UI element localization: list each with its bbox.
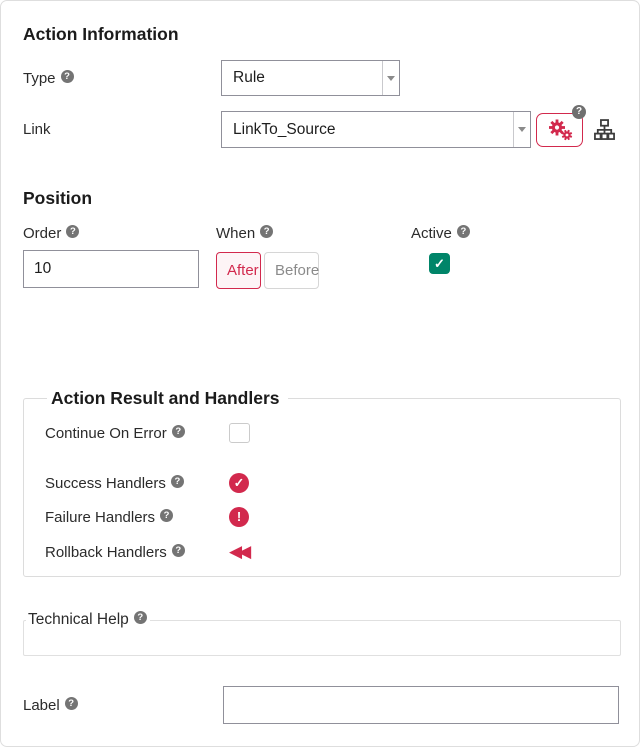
failure-handlers-help-icon[interactable]: ? bbox=[160, 509, 173, 522]
active-checkbox[interactable]: ✓ bbox=[429, 253, 450, 274]
hierarchy-view-button[interactable] bbox=[594, 119, 615, 140]
type-select[interactable]: Rule bbox=[221, 60, 400, 96]
active-help-icon[interactable]: ? bbox=[457, 225, 470, 238]
label-input[interactable] bbox=[223, 686, 619, 724]
action-information-heading: Action Information bbox=[23, 24, 619, 45]
success-handlers-help-icon[interactable]: ? bbox=[171, 475, 184, 488]
continue-on-error-checkbox[interactable] bbox=[229, 423, 250, 443]
link-selected-value: LinkTo_Source bbox=[222, 112, 513, 147]
label-field-label-wrap: Label? bbox=[23, 697, 223, 714]
order-help-icon[interactable]: ? bbox=[66, 225, 79, 238]
link-row: Link LinkTo_Source bbox=[23, 111, 619, 148]
rewind-icon: ◀◀ bbox=[229, 542, 247, 561]
failure-handlers-icon[interactable]: ! bbox=[229, 507, 249, 527]
sitemap-icon bbox=[594, 119, 615, 140]
rollback-handlers-row: Rollback Handlers? ◀◀ bbox=[45, 543, 620, 561]
order-label: Order bbox=[23, 225, 61, 242]
type-selected-value: Rule bbox=[222, 61, 382, 95]
technical-help-legend: Technical Help? bbox=[26, 611, 150, 629]
link-select[interactable]: LinkTo_Source bbox=[221, 111, 531, 148]
failure-handlers-row: Failure Handlers? ! bbox=[45, 507, 620, 527]
technical-help-help-icon[interactable]: ? bbox=[134, 611, 147, 624]
check-circle-icon: ✓ bbox=[234, 476, 244, 490]
technical-help-label: Technical Help bbox=[28, 611, 129, 628]
link-label-wrap: Link bbox=[23, 121, 221, 138]
rollback-handlers-icon[interactable]: ◀◀ bbox=[229, 543, 251, 561]
when-after-button[interactable]: After bbox=[216, 252, 261, 289]
type-help-icon[interactable]: ? bbox=[61, 70, 74, 83]
handlers-fieldset: Action Result and Handlers Continue On E… bbox=[23, 388, 621, 577]
type-dropdown-arrow-box[interactable] bbox=[382, 61, 399, 95]
chevron-down-icon bbox=[387, 76, 395, 81]
link-dropdown-arrow-box[interactable] bbox=[513, 112, 530, 147]
handlers-legend: Action Result and Handlers bbox=[47, 388, 288, 409]
label-row: Label? bbox=[23, 686, 619, 724]
type-label-wrap: Type? bbox=[23, 70, 221, 87]
position-row: Order? When? After Before Active? ✓ bbox=[23, 225, 619, 289]
success-handlers-row: Success Handlers? ✓ bbox=[45, 473, 620, 493]
label-field-label: Label bbox=[23, 697, 60, 714]
failure-handlers-label: Failure Handlers bbox=[45, 509, 155, 526]
active-column: Active? ✓ bbox=[411, 225, 619, 274]
type-row: Type? Rule bbox=[23, 60, 619, 96]
technical-help-content[interactable] bbox=[24, 629, 620, 649]
when-before-button[interactable]: Before bbox=[264, 252, 319, 289]
check-icon: ✓ bbox=[434, 256, 445, 271]
continue-on-error-help-icon[interactable]: ? bbox=[172, 425, 185, 438]
page-container: Action Information Type? Rule Link LinkT… bbox=[0, 0, 640, 747]
exclamation-circle-icon: ! bbox=[237, 509, 241, 524]
order-input[interactable] bbox=[23, 250, 199, 288]
active-label: Active bbox=[411, 225, 452, 242]
gears-icon bbox=[546, 118, 574, 142]
link-label: Link bbox=[23, 121, 51, 138]
technical-help-fieldset: Technical Help? bbox=[23, 611, 621, 656]
when-help-icon[interactable]: ? bbox=[260, 225, 273, 238]
rollback-handlers-label: Rollback Handlers bbox=[45, 544, 167, 561]
when-column: When? After Before bbox=[216, 225, 411, 289]
configure-link-button[interactable]: ? bbox=[536, 113, 583, 147]
type-label: Type bbox=[23, 70, 56, 87]
order-column: Order? bbox=[23, 225, 216, 288]
rollback-handlers-help-icon[interactable]: ? bbox=[172, 544, 185, 557]
position-heading: Position bbox=[23, 188, 619, 209]
label-help-icon[interactable]: ? bbox=[65, 697, 78, 710]
continue-on-error-row: Continue On Error? bbox=[45, 423, 620, 443]
success-handlers-icon[interactable]: ✓ bbox=[229, 473, 249, 493]
configure-link-help-icon[interactable]: ? bbox=[572, 105, 586, 119]
continue-on-error-label: Continue On Error bbox=[45, 425, 167, 442]
when-toggle-group: After Before bbox=[216, 252, 411, 289]
when-label: When bbox=[216, 225, 255, 242]
success-handlers-label: Success Handlers bbox=[45, 475, 166, 492]
chevron-down-icon bbox=[518, 127, 526, 132]
